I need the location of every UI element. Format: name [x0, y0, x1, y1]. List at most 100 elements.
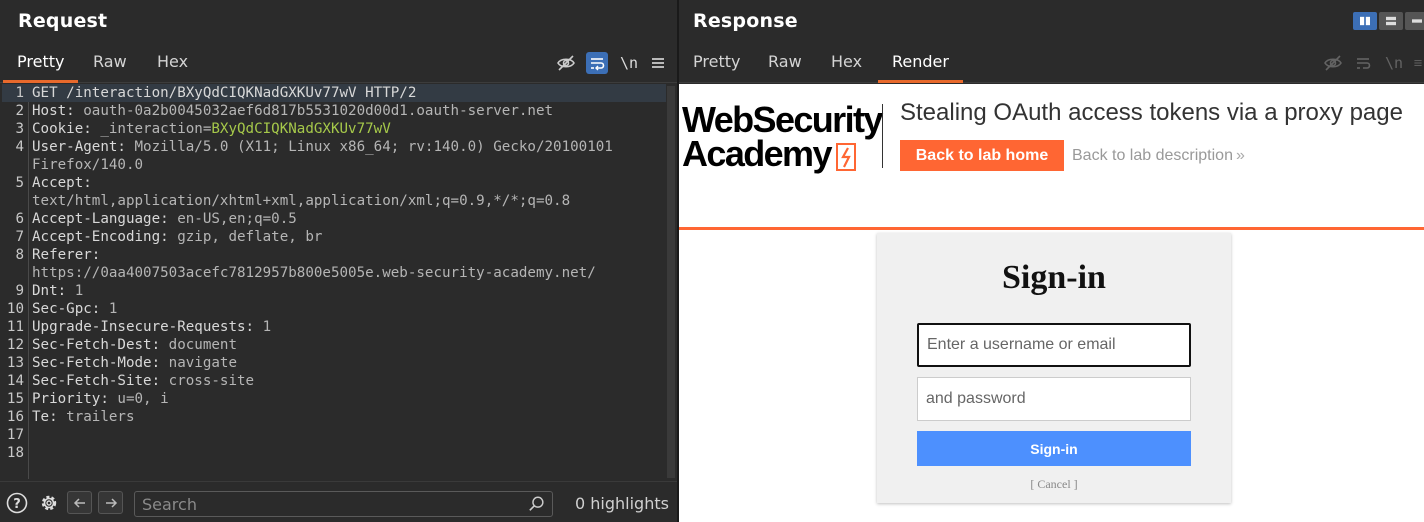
response-tab-pretty[interactable]: Pretty: [679, 45, 754, 83]
layout-toggle: [1351, 12, 1424, 30]
line-number: 17: [6, 427, 24, 443]
header-name: User-Agent:: [32, 139, 126, 155]
back-to-lab-description-link[interactable]: Back to lab description»: [1072, 147, 1245, 165]
header-name: Accept:: [32, 175, 92, 191]
request-line: text/html,application/xhtml+xml,applicat…: [2, 192, 662, 210]
newline-toggle-icon[interactable]: \n: [1383, 52, 1405, 74]
highlights-count: 0 highlights: [575, 494, 669, 513]
request-line: Firefox/140.0: [2, 156, 662, 174]
rendered-response: WebSecurity Academy Stealing OAuth acces…: [679, 84, 1424, 522]
request-editor[interactable]: 1 GET /interaction/BXyQdCIQKNadGXKUv77wV …: [2, 84, 677, 479]
settings-gear-icon[interactable]: [38, 492, 60, 514]
double-chevron-right-icon: »: [1235, 147, 1245, 164]
response-pane: Response Pretty Raw Hex Render \n WebSec…: [679, 0, 1424, 522]
line-number: 15: [6, 391, 24, 407]
header-value: navigate: [160, 355, 237, 371]
lab-header: WebSecurity Academy Stealing OAuth acces…: [679, 84, 1424, 230]
cancel-link[interactable]: [ Cancel ]: [877, 477, 1231, 492]
header-value: Firefox/140.0: [32, 157, 144, 173]
header-name: Accept-Encoding:: [32, 229, 169, 245]
request-line: 15 Priority: u=0, i: [2, 390, 662, 408]
side-by-side-layout-icon[interactable]: [1353, 12, 1377, 30]
previous-match-button[interactable]: [67, 491, 92, 514]
header-value: oauth-0a2b0045032aef6d817b5531020d00d1.o…: [74, 103, 554, 119]
header-value: 1: [66, 283, 84, 299]
signin-title: Sign-in: [1002, 259, 1106, 296]
header-value: trailers: [57, 409, 135, 425]
response-tab-render[interactable]: Render: [878, 45, 963, 83]
line-content: Sec-Gpc: 1: [32, 300, 117, 318]
request-line: 12 Sec-Fetch-Dest: document: [2, 336, 662, 354]
back-to-lab-description-label: Back to lab description: [1072, 147, 1233, 164]
password-field[interactable]: [917, 377, 1191, 421]
stacked-layout-icon[interactable]: [1379, 12, 1403, 30]
line-content: Accept-Encoding: gzip, deflate, br: [32, 228, 322, 246]
line-number: 16: [6, 409, 24, 425]
next-match-button[interactable]: [98, 491, 123, 514]
search-icon[interactable]: [528, 495, 546, 517]
line-content: Referer:: [32, 246, 100, 264]
line-number: 8: [15, 247, 24, 263]
line-number: 3: [15, 121, 24, 137]
wrap-lines-icon[interactable]: [586, 52, 608, 74]
search-bar: ? 0 highlights: [0, 481, 677, 522]
request-line: 17: [2, 426, 662, 444]
header-value: 1: [254, 319, 272, 335]
menu-icon[interactable]: [647, 52, 669, 74]
line-content: Dnt: 1: [32, 282, 83, 300]
line-number: 13: [6, 355, 24, 371]
menu-icon[interactable]: [1412, 52, 1424, 74]
line-content: User-Agent: Mozilla/5.0 (X11; Linux x86_…: [32, 138, 613, 156]
line-content: text/html,application/xhtml+xml,applicat…: [32, 192, 570, 210]
request-line: 7 Accept-Encoding: gzip, deflate, br: [2, 228, 662, 246]
request-line: 16 Te: trailers: [2, 408, 662, 426]
request-line: 1 GET /interaction/BXyQdCIQKNadGXKUv77wV …: [2, 84, 666, 102]
request-tab-hex[interactable]: Hex: [143, 45, 202, 83]
newline-toggle-icon[interactable]: \n: [618, 52, 640, 74]
request-line: 9 Dnt: 1: [2, 282, 662, 300]
search-input[interactable]: [142, 494, 522, 514]
request-line: 5 Accept:: [2, 174, 662, 192]
header-value: u=0, i: [108, 391, 169, 407]
hide-nonprintable-icon[interactable]: [555, 52, 577, 74]
response-tab-raw[interactable]: Raw: [754, 45, 816, 83]
header-name: Host:: [32, 103, 75, 119]
hide-nonprintable-icon[interactable]: [1322, 52, 1344, 74]
line-content: Sec-Fetch-Site: cross-site: [32, 372, 254, 390]
header-name: Cookie:: [32, 121, 92, 137]
line-number: 11: [6, 319, 24, 335]
line-number: 4: [15, 139, 24, 155]
wrap-lines-icon[interactable]: [1352, 52, 1374, 74]
header-value: _interaction=: [91, 121, 212, 137]
line-content: Priority: u=0, i: [32, 390, 169, 408]
request-line: 18: [2, 444, 662, 462]
header-name: Te:: [32, 409, 58, 425]
header-value: gzip, deflate, br: [168, 229, 323, 245]
header-name: Priority:: [32, 391, 109, 407]
back-to-lab-home-button[interactable]: Back to lab home: [900, 140, 1064, 171]
tabbed-layout-icon[interactable]: [1405, 12, 1424, 30]
signin-button[interactable]: Sign-in: [917, 431, 1191, 466]
request-pane: Request Pretty Raw Hex \n 1 GET /interact…: [0, 0, 677, 522]
request-tab-pretty[interactable]: Pretty: [3, 45, 79, 83]
request-line: https://0aa4007503acefc7812957b800e5005e…: [2, 264, 662, 282]
header-value: 1: [100, 301, 118, 317]
line-content: Cookie: _interaction=BXyQdCIQKNadGXKUv77…: [32, 120, 391, 138]
line-content: Upgrade-Insecure-Requests: 1: [32, 318, 271, 336]
header-name: Sec-Fetch-Mode:: [32, 355, 161, 371]
line-number: 7: [15, 229, 24, 245]
request-title: Request: [18, 10, 108, 32]
line-content: Sec-Fetch-Mode: navigate: [32, 354, 237, 372]
line-number: 2: [15, 103, 24, 119]
line-number: 18: [6, 445, 24, 461]
response-tab-hex[interactable]: Hex: [817, 45, 876, 83]
help-icon[interactable]: ?: [6, 492, 28, 514]
editor-scrollbar[interactable]: [667, 86, 675, 478]
request-tab-raw[interactable]: Raw: [79, 45, 141, 83]
line-number: 6: [15, 211, 24, 227]
line-content: Accept-Language: en-US,en;q=0.5: [32, 210, 297, 228]
username-field[interactable]: [917, 323, 1191, 367]
line-number: 1: [15, 85, 24, 101]
lab-title: Stealing OAuth access tokens via a proxy…: [900, 99, 1403, 126]
header-name: Sec-Gpc:: [32, 301, 101, 317]
